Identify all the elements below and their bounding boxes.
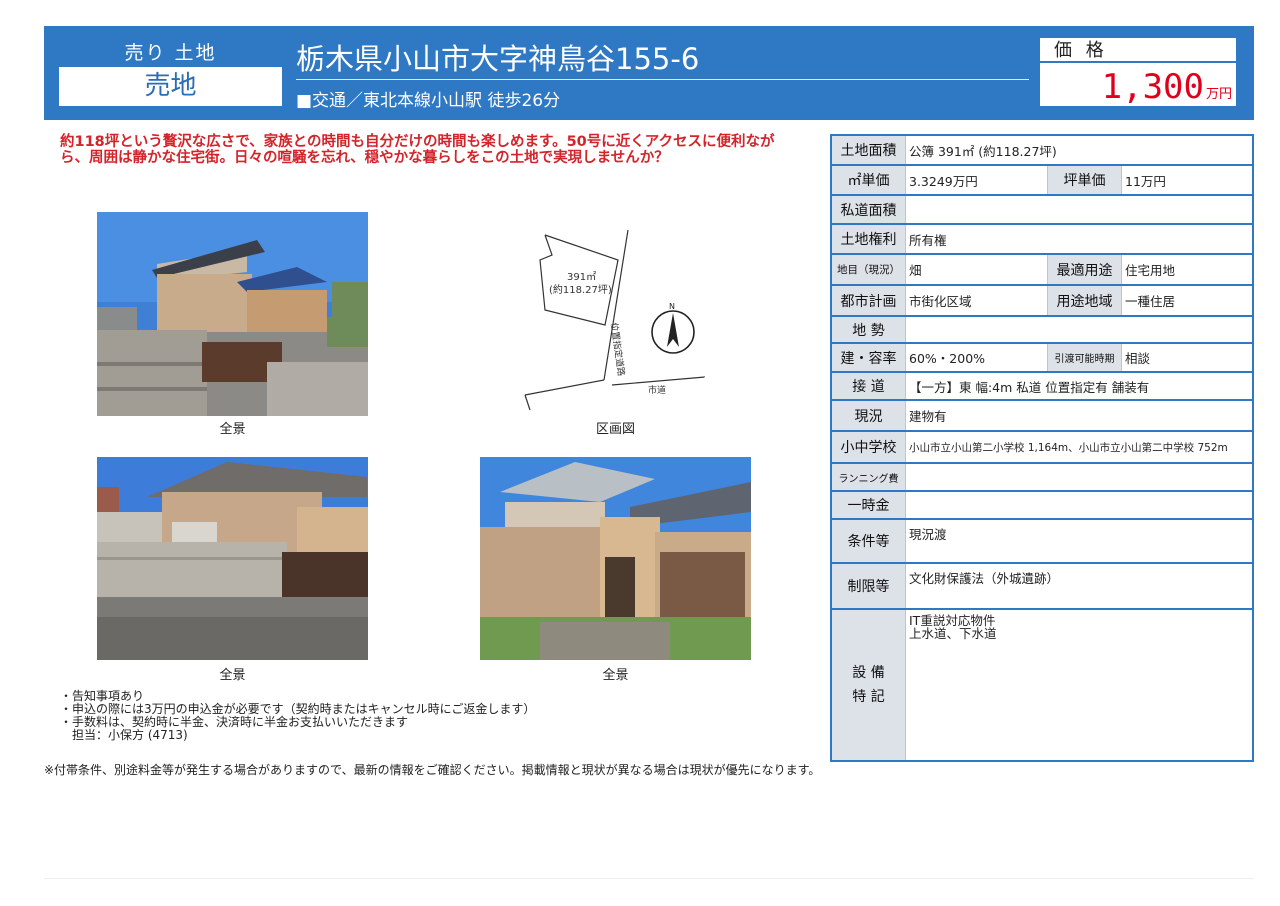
spec-label: 土地面積 xyxy=(832,136,906,164)
spec-row-lump-sum: 一時金 xyxy=(832,492,1252,520)
photo-caption: 区画図 xyxy=(595,422,635,437)
spec-label: 土地権利 xyxy=(832,225,906,253)
spec-row-city-plan: 都市計画 市街化区域 用途地域 一種住居 xyxy=(832,286,1252,317)
note-item: 担当：小保方 (4713) xyxy=(60,728,188,742)
spec-label: 条件等 xyxy=(832,520,906,562)
photo-house-front xyxy=(97,212,368,416)
spec-row-private-road: 私道面積 xyxy=(832,196,1252,225)
spec-label: 建・容率 xyxy=(832,344,906,371)
access-info: ■交通／東北本線小山駅 徒歩26分 xyxy=(296,91,561,111)
address-divider xyxy=(296,79,1029,80)
spec-value-terrain xyxy=(906,317,1252,342)
spec-label: ㎡単価 xyxy=(832,166,906,194)
category-label: 売り 土地 xyxy=(59,40,282,67)
spec-row-schools: 小中学校 小山市立小山第二小学校 1,164m、小山市立小山第二中学校 752m xyxy=(832,432,1252,464)
price-amount: 1,300 xyxy=(1101,67,1204,107)
spec-value-tsubo-price: 11万円 xyxy=(1125,173,1166,189)
notes-list: ・告知事項あり ・申込の際には3万円の申込金が必要です（契約時またはキャンセル時に… xyxy=(60,690,535,742)
spec-label: 地目（現況） xyxy=(832,255,906,284)
price-unit: 万円 xyxy=(1205,87,1232,102)
spec-label: 接 道 xyxy=(832,373,906,399)
spec-value-lump-sum xyxy=(906,492,1252,518)
photo-house-rear xyxy=(480,457,751,660)
spec-label: 用途地域 xyxy=(1047,286,1122,315)
spec-row-coverage: 建・容率 60%・200% 引渡可能時期 相談 xyxy=(832,344,1252,373)
spec-label: 一時金 xyxy=(832,492,906,518)
facility-note: 上水道、下水道 xyxy=(909,626,997,641)
spec-value-restrictions: 文化財保護法（外城遺跡） xyxy=(909,571,1060,586)
spec-row-facilities: 設 備 特 記 IT重説対応物件 上水道、下水道 xyxy=(832,610,1252,760)
spec-label: 制限等 xyxy=(832,564,906,608)
spec-row-land-category: 地目（現況） 畑 最適用途 住宅用地 xyxy=(832,255,1252,286)
spec-row-prices: ㎡単価 3.3249万円 坪単価 11万円 xyxy=(832,166,1252,196)
plot-area-tsubo: (約118.27坪) xyxy=(549,283,612,296)
property-address: 栃木県小山市大字神鳥谷155-6 xyxy=(296,42,700,76)
spec-value-land-area: 公簿 391㎡ (約118.27坪) xyxy=(909,143,1057,159)
spec-row-conditions: 条件等 現況渡 xyxy=(832,520,1252,564)
spec-label: 最適用途 xyxy=(1047,255,1122,284)
spec-label: 現況 xyxy=(832,401,906,430)
north-label: N xyxy=(669,302,675,311)
spec-value-conditions: 現況渡 xyxy=(909,527,947,542)
plot-area-text: 391㎡ xyxy=(567,271,596,283)
spec-value-land-category: 畑 xyxy=(909,263,922,278)
photo-caption: 全景 xyxy=(219,422,246,437)
spec-label: ランニング費 xyxy=(832,464,906,490)
spec-value-road-access: 【一方】東 幅:4m 私道 位置指定有 舗装有 xyxy=(909,379,1150,395)
spec-value-unit-price: 3.3249万円 xyxy=(909,173,978,189)
spec-row-land-rights: 土地権利 所有権 xyxy=(832,225,1252,255)
spec-label: 都市計画 xyxy=(832,286,906,315)
spec-label: 特 記 xyxy=(852,689,885,705)
price-label: 価 格 xyxy=(1040,38,1236,63)
photo-house-rear-image xyxy=(480,457,751,660)
spec-label-facilities: 設 備 特 記 xyxy=(832,610,906,760)
spec-table: 土地面積 公簿 391㎡ (約118.27坪) ㎡単価 3.3249万円 坪単価… xyxy=(830,134,1254,762)
spec-row-running-cost: ランニング費 xyxy=(832,464,1252,492)
spec-value-schools: 小山市立小山第二小学校 1,164m、小山市立小山第二中学校 752m xyxy=(909,441,1228,454)
spec-row-restrictions: 制限等 文化財保護法（外城遺跡） xyxy=(832,564,1252,610)
spec-label: 小中学校 xyxy=(832,432,906,462)
spec-row-land-area: 土地面積 公簿 391㎡ (約118.27坪) xyxy=(832,136,1252,166)
spec-label: 設 備 xyxy=(852,665,885,681)
bottom-divider xyxy=(44,878,1254,879)
property-description: 約118坪という贅沢な広さで、家族との時間も自分だけの時間も楽しめます。50号に… xyxy=(60,134,775,166)
spec-value-running-cost xyxy=(906,464,1252,490)
spec-value-private-road xyxy=(906,196,1252,223)
spec-label: 坪単価 xyxy=(1047,166,1122,194)
spec-label: 地 勢 xyxy=(832,317,906,342)
city-road-label: 市道 xyxy=(648,384,666,396)
spec-row-terrain: 地 勢 xyxy=(832,317,1252,344)
plot-map: 391㎡ (約118.27坪) 位置指定道路 市道 N xyxy=(500,215,730,415)
spec-value-land-rights: 所有権 xyxy=(909,232,947,248)
spec-value-status: 建物有 xyxy=(909,409,947,424)
plot-map-drawing: 391㎡ (約118.27坪) 位置指定道路 市道 N xyxy=(500,215,730,415)
spec-row-road-access: 接 道 【一方】東 幅:4m 私道 位置指定有 舗装有 xyxy=(832,373,1252,401)
spec-value-city-plan: 市街化区域 xyxy=(909,294,972,309)
photo-house-front-image xyxy=(97,212,368,416)
listing-type: 売地 xyxy=(144,71,197,101)
spec-value-facilities: IT重説対応物件 上水道、下水道 xyxy=(906,610,1252,760)
spec-row-status: 現況 建物有 xyxy=(832,401,1252,432)
price-value: 1,300 万円 xyxy=(1102,67,1232,107)
listing-type-box: 売り 土地 売地 xyxy=(57,38,284,108)
photo-house-side-image xyxy=(97,457,368,660)
spec-value-coverage: 60%・200% xyxy=(909,351,986,366)
spec-value-handover: 相談 xyxy=(1125,351,1151,366)
spec-label: 引渡可能時期 xyxy=(1047,344,1122,371)
photo-caption: 全景 xyxy=(602,668,629,683)
photo-caption: 全景 xyxy=(219,668,246,683)
spec-label: 私道面積 xyxy=(832,196,906,223)
footnote: ※付帯条件、別途料金等が発生する場合がありますので、最新の情報をご確認ください。… xyxy=(44,763,821,777)
spec-value-best-use: 住宅用地 xyxy=(1125,263,1176,278)
price-box: 価 格 1,300 万円 xyxy=(1040,38,1236,107)
photo-house-side xyxy=(97,457,368,660)
spec-value-zoning: 一種住居 xyxy=(1125,294,1176,309)
